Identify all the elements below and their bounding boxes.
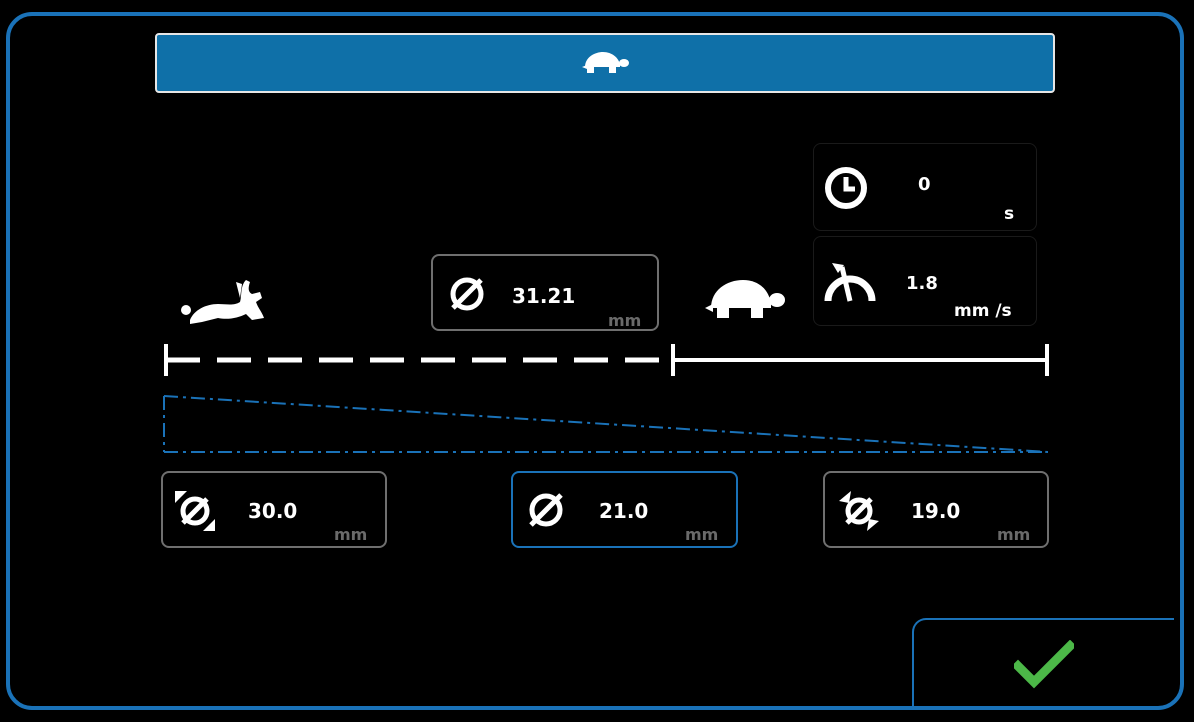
timer-unit: s — [1004, 204, 1015, 224]
clock-icon — [825, 167, 867, 209]
confirm-button[interactable] — [912, 618, 1174, 710]
checkmark-icon — [1014, 640, 1074, 689]
end-diameter-unit: mm — [997, 525, 1031, 544]
current-diameter-unit: mm — [608, 311, 642, 330]
middle-diameter-field[interactable]: 21.0 mm — [511, 471, 738, 548]
current-diameter-field[interactable]: 31.21 mm — [431, 254, 659, 331]
taper-profile — [163, 395, 1049, 453]
start-diameter-unit: mm — [334, 525, 368, 544]
header-bar — [155, 33, 1055, 93]
timer-value: 0 — [918, 174, 931, 195]
diameter-start-icon — [175, 491, 215, 531]
diameter-icon — [529, 493, 563, 527]
speed-unit: mm /s — [954, 301, 1012, 321]
current-diameter-value: 31.21 — [512, 284, 576, 308]
speed-range-scale — [164, 344, 1049, 376]
start-diameter-field[interactable]: 30.0 mm — [161, 471, 387, 548]
rabbit-icon — [181, 280, 264, 324]
diameter-icon — [450, 277, 484, 311]
middle-diameter-unit: mm — [685, 525, 719, 544]
turtle-icon — [582, 52, 629, 73]
end-diameter-value: 19.0 — [911, 499, 961, 523]
speed-value: 1.8 — [906, 273, 938, 294]
turtle-icon — [705, 280, 785, 318]
middle-diameter-value: 21.0 — [599, 499, 649, 523]
end-diameter-field[interactable]: 19.0 mm — [823, 471, 1049, 548]
diameter-end-icon — [839, 491, 879, 531]
start-diameter-value: 30.0 — [248, 499, 298, 523]
speed-display: 1.8 mm /s — [813, 236, 1037, 326]
speed-gauge-icon — [824, 263, 876, 302]
timer-display: 0 s — [813, 143, 1037, 231]
